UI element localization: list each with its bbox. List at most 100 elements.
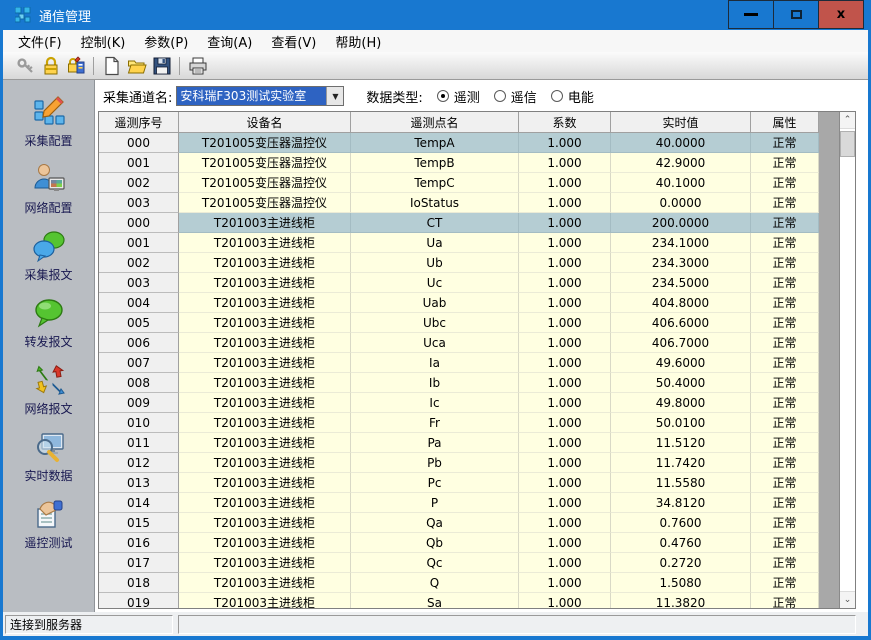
table-row[interactable]: 008T201003主进线柜Ib1.00050.4000正常 bbox=[99, 373, 839, 393]
table-row[interactable]: 005T201003主进线柜Ubc1.000406.6000正常 bbox=[99, 313, 839, 333]
row-seq-cell: 018 bbox=[99, 573, 179, 593]
menu-params[interactable]: 参数(P) bbox=[135, 30, 198, 53]
sidebar-item-network-message[interactable]: 网络报文 bbox=[5, 356, 93, 423]
scroll-thumb[interactable] bbox=[840, 131, 855, 157]
sidebar-item-realtime-data[interactable]: 实时数据 bbox=[5, 423, 93, 490]
header-point[interactable]: 遥测点名 bbox=[351, 112, 519, 133]
minimize-icon bbox=[744, 13, 758, 16]
app-logo-icon bbox=[15, 7, 31, 23]
channel-combobox[interactable]: 安科瑞F303测试实验室 ▼ bbox=[176, 86, 344, 106]
table-row[interactable]: 003T201003主进线柜Uc1.000234.5000正常 bbox=[99, 273, 839, 293]
row-cell: 1.000 bbox=[519, 393, 611, 413]
minimize-button[interactable] bbox=[728, 0, 774, 29]
table-row[interactable]: 019T201003主进线柜Sa1.00011.3820正常 bbox=[99, 593, 839, 608]
row-cell: P bbox=[351, 493, 519, 513]
scroll-track[interactable] bbox=[840, 157, 855, 591]
radio-telemetry-label: 遥测 bbox=[454, 87, 480, 106]
header-value[interactable]: 实时值 bbox=[611, 112, 751, 133]
table-row[interactable]: 003T201005变压器温控仪IoStatus1.0000.0000正常 bbox=[99, 193, 839, 213]
table-row[interactable]: 000T201005变压器温控仪TempA1.00040.0000正常 bbox=[99, 133, 839, 153]
header-coef[interactable]: 系数 bbox=[519, 112, 611, 133]
table-row[interactable]: 018T201003主进线柜Q1.0001.5080正常 bbox=[99, 573, 839, 593]
password-button[interactable] bbox=[63, 54, 88, 77]
sidebar-item-remote-test[interactable]: 遥控测试 bbox=[5, 490, 93, 557]
sidebar-item-network-config[interactable]: 网络配置 bbox=[5, 155, 93, 222]
menu-control[interactable]: 控制(K) bbox=[72, 30, 136, 53]
combobox-dropdown-button[interactable]: ▼ bbox=[326, 87, 343, 105]
table-row[interactable]: 015T201003主进线柜Qa1.0000.7600正常 bbox=[99, 513, 839, 533]
lock-icon bbox=[41, 56, 61, 76]
header-attr[interactable]: 属性 bbox=[751, 112, 819, 133]
save-button[interactable] bbox=[149, 54, 174, 77]
scroll-down-button[interactable]: ⌄ bbox=[840, 591, 855, 608]
sidebar-item-collect-message[interactable]: 采集报文 bbox=[5, 222, 93, 289]
network-message-icon bbox=[32, 363, 66, 397]
table-row[interactable]: 001T201003主进线柜Ua1.000234.1000正常 bbox=[99, 233, 839, 253]
menu-file[interactable]: 文件(F) bbox=[9, 30, 72, 53]
row-cell: T201003主进线柜 bbox=[179, 353, 351, 373]
table-row[interactable]: 000T201003主进线柜CT1.000200.0000正常 bbox=[99, 213, 839, 233]
row-cell: 11.3820 bbox=[611, 593, 751, 608]
row-cell: T201003主进线柜 bbox=[179, 533, 351, 553]
row-cell: 1.000 bbox=[519, 153, 611, 173]
table-row[interactable]: 014T201003主进线柜P1.00034.8120正常 bbox=[99, 493, 839, 513]
sidebar-item-forward-message[interactable]: 转发报文 bbox=[5, 289, 93, 356]
row-cell: 0.4760 bbox=[611, 533, 751, 553]
row-cell: 正常 bbox=[751, 333, 819, 353]
row-cell: 1.000 bbox=[519, 553, 611, 573]
radio-telemetry[interactable]: 遥测 bbox=[437, 87, 480, 106]
table-row[interactable]: 017T201003主进线柜Qc1.0000.2720正常 bbox=[99, 553, 839, 573]
print-button[interactable] bbox=[185, 54, 210, 77]
scroll-up-button[interactable]: ⌃ bbox=[840, 112, 855, 129]
row-cell: 1.000 bbox=[519, 213, 611, 233]
close-button[interactable]: x bbox=[818, 0, 864, 29]
table-row[interactable]: 002T201003主进线柜Ub1.000234.3000正常 bbox=[99, 253, 839, 273]
table-row[interactable]: 007T201003主进线柜Ia1.00049.6000正常 bbox=[99, 353, 839, 373]
menu-help[interactable]: 帮助(H) bbox=[326, 30, 391, 53]
radio-energy[interactable]: 电能 bbox=[551, 87, 594, 106]
table-row[interactable]: 013T201003主进线柜Pc1.00011.5580正常 bbox=[99, 473, 839, 493]
row-cell: Ub bbox=[351, 253, 519, 273]
network-config-icon bbox=[32, 162, 66, 196]
key-button[interactable] bbox=[13, 54, 38, 77]
collect-config-icon bbox=[32, 95, 66, 129]
row-seq-cell: 007 bbox=[99, 353, 179, 373]
row-cell: 正常 bbox=[751, 153, 819, 173]
header-seq[interactable]: 遥测序号 bbox=[99, 112, 179, 133]
new-file-button[interactable] bbox=[99, 54, 124, 77]
row-cell: 34.8120 bbox=[611, 493, 751, 513]
row-cell: Q bbox=[351, 573, 519, 593]
row-seq-cell: 015 bbox=[99, 513, 179, 533]
row-cell: 正常 bbox=[751, 433, 819, 453]
row-cell: Ua bbox=[351, 233, 519, 253]
row-cell: 234.1000 bbox=[611, 233, 751, 253]
vertical-scrollbar[interactable]: ⌃ ⌄ bbox=[839, 112, 855, 608]
table-row[interactable]: 016T201003主进线柜Qb1.0000.4760正常 bbox=[99, 533, 839, 553]
table-row[interactable]: 004T201003主进线柜Uab1.000404.8000正常 bbox=[99, 293, 839, 313]
sidebar-item-collect-config[interactable]: 采集配置 bbox=[5, 88, 93, 155]
table-row[interactable]: 010T201003主进线柜Fr1.00050.0100正常 bbox=[99, 413, 839, 433]
row-cell: 正常 bbox=[751, 253, 819, 273]
open-button[interactable] bbox=[124, 54, 149, 77]
menu-query[interactable]: 查询(A) bbox=[198, 30, 262, 53]
lock-button[interactable] bbox=[38, 54, 63, 77]
menu-view[interactable]: 查看(V) bbox=[262, 30, 326, 53]
maximize-button[interactable] bbox=[773, 0, 819, 29]
table-row[interactable]: 002T201005变压器温控仪TempC1.00040.1000正常 bbox=[99, 173, 839, 193]
row-cell: Pa bbox=[351, 433, 519, 453]
window-title: 通信管理 bbox=[39, 6, 91, 25]
table-row[interactable]: 009T201003主进线柜Ic1.00049.8000正常 bbox=[99, 393, 839, 413]
table-row[interactable]: 006T201003主进线柜Uca1.000406.7000正常 bbox=[99, 333, 839, 353]
table-row[interactable]: 011T201003主进线柜Pa1.00011.5120正常 bbox=[99, 433, 839, 453]
row-cell: 234.5000 bbox=[611, 273, 751, 293]
radio-telesignal[interactable]: 遥信 bbox=[494, 87, 537, 106]
sidebar-item-label: 实时数据 bbox=[24, 467, 72, 484]
table-row[interactable]: 012T201003主进线柜Pb1.00011.7420正常 bbox=[99, 453, 839, 473]
row-cell: TempA bbox=[351, 133, 519, 153]
header-device[interactable]: 设备名 bbox=[179, 112, 351, 133]
sidebar-item-label: 遥控测试 bbox=[24, 534, 72, 551]
row-seq-cell: 012 bbox=[99, 453, 179, 473]
row-cell: 1.5080 bbox=[611, 573, 751, 593]
table-row[interactable]: 001T201005变压器温控仪TempB1.00042.9000正常 bbox=[99, 153, 839, 173]
row-seq-cell: 013 bbox=[99, 473, 179, 493]
